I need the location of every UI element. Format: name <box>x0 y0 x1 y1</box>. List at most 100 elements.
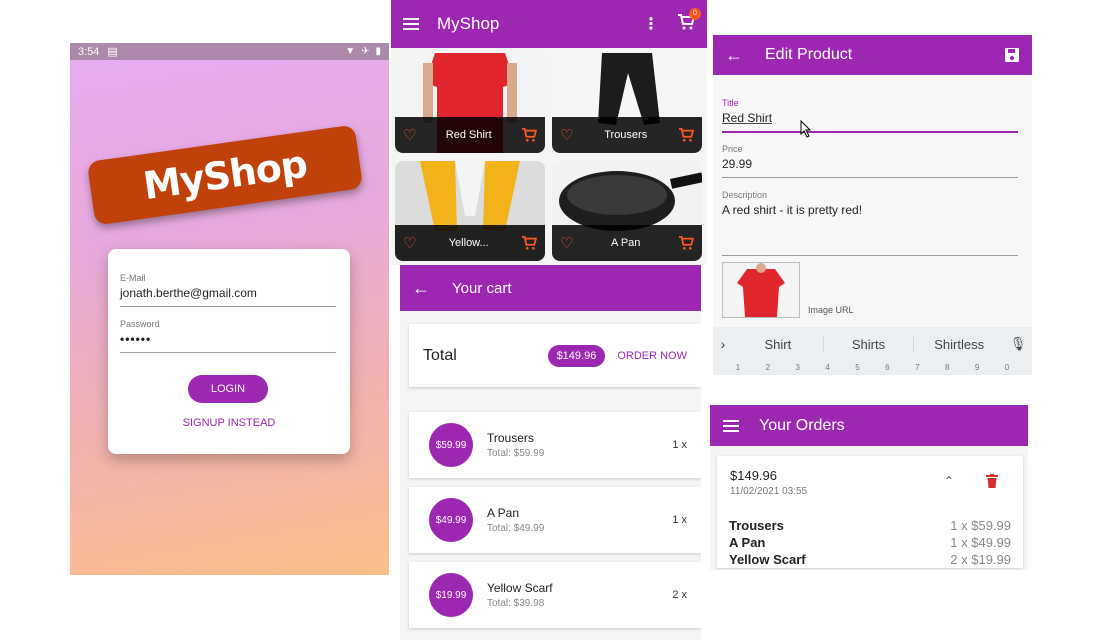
cart-item[interactable]: $49.99 A Pan Total: $49.99 1 x <box>409 487 701 553</box>
products-overview-screen: MyShop ⋮ 0 ♡ Red Shirt ♡ Trousers ♡ Yell… <box>391 0 707 265</box>
email-underline <box>120 306 336 307</box>
digit-key[interactable]: 7 <box>915 363 919 375</box>
description-underline <box>722 255 1018 256</box>
expand-less-icon[interactable]: ⌃ <box>944 474 954 488</box>
order-now-button[interactable]: ORDER NOW <box>617 350 687 362</box>
item-title: A Pan <box>487 506 520 520</box>
image-url-label: Image URL <box>808 305 854 315</box>
item-quantity: 1 x <box>672 514 687 526</box>
email-value[interactable]: jonath.berthe@gmail.com <box>120 286 336 300</box>
order-item-qty: 1 x $49.99 <box>950 535 1011 550</box>
product-tile[interactable]: ♡ A Pan <box>552 161 702 261</box>
email-label: E-Mail <box>120 273 146 283</box>
menu-icon[interactable] <box>723 419 739 432</box>
product-tile-footer: ♡ Red Shirt <box>395 117 545 153</box>
product-name: Trousers <box>604 129 648 141</box>
edit-app-bar: ← Edit Product <box>713 35 1032 75</box>
overview-title: MyShop <box>437 14 500 33</box>
digit-key[interactable]: 9 <box>975 363 979 375</box>
price-field[interactable]: Price 29.99 <box>722 144 1018 178</box>
cart-badge: 0 <box>689 7 701 20</box>
microphone-icon[interactable]: 🎙 <box>1004 336 1032 352</box>
product-name: A Pan <box>611 237 641 249</box>
back-arrow-icon[interactable]: ← <box>412 278 430 299</box>
digit-key[interactable]: 3 <box>796 363 800 375</box>
description-field[interactable]: Description A red shirt - it is pretty r… <box>722 190 1018 256</box>
item-title: Trousers <box>487 431 534 445</box>
product-name: Red Shirt <box>445 129 492 141</box>
product-tile[interactable]: ♡ Trousers <box>552 53 702 153</box>
product-tile[interactable]: ♡ Red Shirt <box>395 53 545 153</box>
order-item-qty: 2 x $19.99 <box>950 552 1011 567</box>
more-vert-icon[interactable]: ⋮ <box>643 14 659 34</box>
product-tile-footer: ♡ Yellow... <box>395 225 545 261</box>
order-item: Trousers 1 x $59.99 <box>729 517 1011 534</box>
digit-key[interactable]: 1 <box>736 363 740 375</box>
item-price-badge: $49.99 <box>429 498 473 542</box>
suggestion-item[interactable]: Shirts <box>824 336 915 352</box>
title-input[interactable]: Red Shirt <box>722 111 1018 125</box>
digit-key[interactable]: 0 <box>1005 363 1009 375</box>
save-icon[interactable] <box>1004 47 1020 63</box>
product-tile-footer: ♡ Trousers <box>552 117 702 153</box>
add-to-cart-icon[interactable] <box>678 128 694 142</box>
total-amount-chip: $149.96 <box>547 344 606 367</box>
password-value[interactable]: •••••• <box>120 332 336 346</box>
red-shirt-thumbnail <box>723 263 799 317</box>
item-total: Total: $39.98 <box>487 598 545 609</box>
digit-key[interactable]: 2 <box>766 363 770 375</box>
digit-key[interactable]: 6 <box>885 363 889 375</box>
mouse-cursor-icon <box>800 120 812 138</box>
cart-item[interactable]: $59.99 Trousers Total: $59.99 1 x <box>409 412 701 478</box>
chevron-right-icon[interactable]: › <box>713 336 733 352</box>
digit-key[interactable]: 8 <box>945 363 949 375</box>
description-input[interactable]: A red shirt - it is pretty red! <box>722 203 1018 217</box>
password-label: Password <box>120 319 160 329</box>
digit-key[interactable]: 5 <box>855 363 859 375</box>
add-to-cart-icon[interactable] <box>521 236 537 250</box>
auth-screen: 3:54 ▤ ▼ ✈ ▮ MyShop E-Mail jonath.berthe… <box>70 43 389 575</box>
price-input[interactable]: 29.99 <box>722 157 1018 171</box>
cart-screen: ← Your cart Total $149.96 ORDER NOW $59.… <box>400 265 701 640</box>
favorite-icon[interactable]: ♡ <box>560 126 573 144</box>
add-to-cart-icon[interactable] <box>678 236 694 250</box>
keyboard-suggestion-bar: › Shirt Shirts Shirtless 🎙 <box>713 327 1032 361</box>
suggestion-item[interactable]: Shirtless <box>914 337 1004 352</box>
email-field[interactable]: E-Mail jonath.berthe@gmail.com <box>120 273 336 307</box>
image-preview <box>722 262 800 318</box>
password-field[interactable]: Password •••••• <box>120 319 336 353</box>
login-button[interactable]: LOGIN <box>188 375 268 403</box>
orders-title: Your Orders <box>759 416 845 434</box>
title-underline <box>722 131 1018 133</box>
add-to-cart-icon[interactable] <box>521 128 537 142</box>
order-item-title: Trousers <box>729 518 784 533</box>
shop-logo: MyShop <box>86 124 364 226</box>
favorite-icon[interactable]: ♡ <box>403 126 416 144</box>
keyboard-number-row: 1 2 3 4 5 6 7 8 9 0 <box>713 361 1032 375</box>
menu-icon[interactable] <box>403 18 419 30</box>
title-field[interactable]: Title Red Shirt <box>722 98 1018 133</box>
product-tile[interactable]: ♡ Yellow... <box>395 161 545 261</box>
signup-instead-button[interactable]: SIGNUP INSTEAD <box>108 417 350 429</box>
order-item: A Pan 1 x $49.99 <box>729 534 1011 551</box>
cart-item[interactable]: $19.99 Yellow Scarf Total: $39.98 2 x <box>409 562 701 628</box>
item-price-badge: $19.99 <box>429 573 473 617</box>
back-arrow-icon[interactable]: ← <box>725 45 743 66</box>
overview-app-bar: MyShop ⋮ 0 <box>391 0 707 48</box>
orders-app-bar: Your Orders <box>710 405 1028 446</box>
price-underline <box>722 177 1018 178</box>
orders-screen: Your Orders $149.96 11/02/2021 03:55 ⌃ T… <box>710 405 1028 570</box>
favorite-icon[interactable]: ♡ <box>403 234 416 252</box>
cart-button[interactable]: 0 <box>677 7 701 35</box>
digit-key[interactable]: 4 <box>825 363 829 375</box>
delete-icon[interactable] <box>986 474 998 488</box>
password-underline <box>120 352 336 353</box>
cart-app-bar: ← Your cart <box>400 265 701 311</box>
airplane-icon: ✈ <box>361 46 370 57</box>
order-items-list: Trousers 1 x $59.99 A Pan 1 x $49.99 Yel… <box>729 517 1011 568</box>
suggestion-item[interactable]: Shirt <box>733 336 824 352</box>
favorite-icon[interactable]: ♡ <box>560 234 573 252</box>
status-time: 3:54 <box>78 45 100 58</box>
item-total: Total: $49.99 <box>487 523 545 534</box>
total-label: Total <box>423 346 457 364</box>
